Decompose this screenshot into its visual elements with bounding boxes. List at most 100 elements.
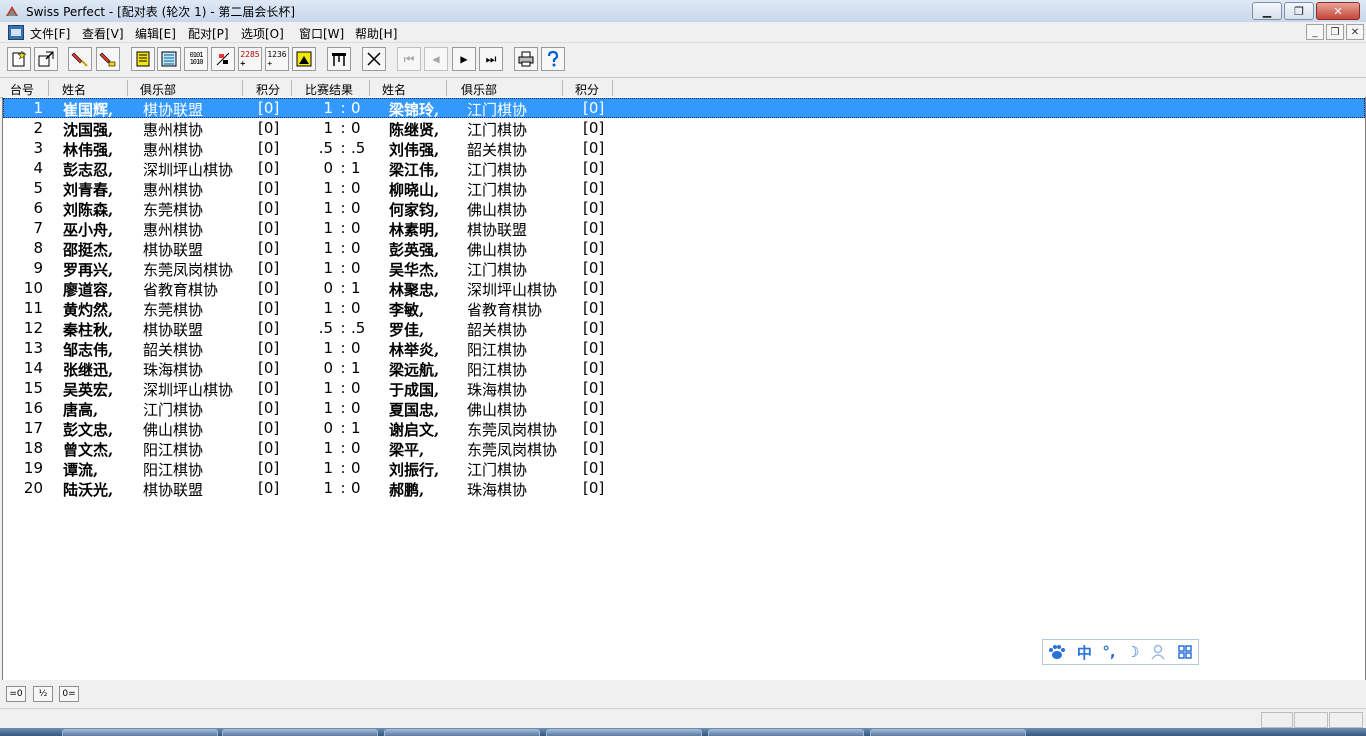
table-row[interactable]: 19 谭流, 阳江棋协 [0] 1:0 刘振行, 江门棋协 [0]	[3, 458, 1365, 479]
mdi-restore-button[interactable]: ❐	[1326, 24, 1344, 40]
table-row[interactable]: 4 彭志忍, 深圳坪山棋协 [0] 0:1 梁江伟, 江门棋协 [0]	[3, 158, 1365, 179]
ime-chinese-mode[interactable]: 中	[1077, 642, 1092, 663]
table-row[interactable]: 6 刘陈森, 东莞棋协 [0] 1:0 何家钧, 佛山棋协 [0]	[3, 198, 1365, 219]
black-result[interactable]: 0	[351, 99, 367, 117]
mdi-close-button[interactable]: ✕	[1346, 24, 1364, 40]
white-result[interactable]: 1	[303, 259, 333, 277]
white-result[interactable]: 1	[303, 299, 333, 317]
black-result[interactable]: 0	[351, 239, 367, 257]
close-button[interactable]: ✕	[1316, 2, 1360, 20]
black-result[interactable]: .5	[351, 139, 367, 157]
column-header-points-2[interactable]: 积分	[575, 81, 599, 98]
black-result[interactable]: 0	[351, 399, 367, 417]
black-result[interactable]: 1	[351, 159, 367, 177]
black-result[interactable]: 0	[351, 299, 367, 317]
user-icon[interactable]	[1150, 644, 1166, 660]
white-result[interactable]: 1	[303, 479, 333, 497]
minimize-button[interactable]: ▁	[1252, 2, 1282, 20]
white-result[interactable]: 1	[303, 199, 333, 217]
white-result[interactable]: 1	[303, 399, 333, 417]
taskbar-item[interactable]	[708, 729, 864, 736]
draw-button[interactable]: ½	[33, 686, 53, 702]
column-header-result[interactable]: 比赛结果	[305, 81, 353, 98]
white-result[interactable]: 1	[303, 239, 333, 257]
black-wins-button[interactable]: 0=	[59, 686, 79, 702]
last-round-icon[interactable]: ⏭	[479, 47, 503, 71]
open-icon[interactable]	[34, 47, 58, 71]
table-row[interactable]: 13 邹志伟, 韶关棋协 [0] 1:0 林举炎, 阳江棋协 [0]	[3, 338, 1365, 359]
pairings-grid[interactable]: 1 崔国辉, 棋协联盟 [0] 1:0 梁锦玲, 江门棋协 [0] 2 沈国强, 惠州棋协 [0] 1:…	[2, 97, 1366, 680]
menu-window[interactable]: 窗口[W]	[299, 25, 344, 42]
binary-icon[interactable]: 0101 1010	[184, 47, 208, 71]
white-result[interactable]: 1	[303, 99, 333, 117]
black-result[interactable]: 0	[351, 479, 367, 497]
paw-icon[interactable]	[1048, 644, 1066, 660]
white-result[interactable]: 1	[303, 459, 333, 477]
image-icon[interactable]	[292, 47, 316, 71]
white-result[interactable]: 0	[303, 419, 333, 437]
white-result[interactable]: 1	[303, 439, 333, 457]
table-row[interactable]: 2 沈国强, 惠州棋协 [0] 1:0 陈继贤, 江门棋协 [0]	[3, 118, 1365, 139]
pen-icon[interactable]	[68, 47, 92, 71]
menu-view[interactable]: 查看[V]	[82, 25, 124, 42]
black-result[interactable]: 1	[351, 359, 367, 377]
column-header-name[interactable]: 姓名	[62, 81, 86, 98]
taskbar-item[interactable]	[62, 729, 218, 736]
table-row[interactable]: 7 巫小舟, 惠州棋协 [0] 1:0 林素明, 棋协联盟 [0]	[3, 218, 1365, 239]
white-result[interactable]: 1	[303, 219, 333, 237]
table-row[interactable]: 8 邵挺杰, 棋协联盟 [0] 1:0 彭英强, 佛山棋协 [0]	[3, 238, 1365, 259]
table-row[interactable]: 10 廖道容, 省教育棋协 [0] 0:1 林聚忠, 深圳坪山棋协 [0]	[3, 278, 1365, 299]
table-row[interactable]: 17 彭文忠, 佛山棋协 [0] 0:1 谢启文, 东莞凤岗棋协 [0]	[3, 418, 1365, 439]
column-header-board[interactable]: 台号	[10, 81, 34, 98]
menu-pairing[interactable]: 配对[P]	[188, 25, 229, 42]
new-icon[interactable]	[7, 47, 31, 71]
white-result[interactable]: .5	[303, 319, 333, 337]
ime-punctuation[interactable]: °,	[1102, 643, 1115, 661]
menu-edit[interactable]: 编辑[E]	[135, 25, 176, 42]
rating-change-icon[interactable]: 1236 +	[265, 47, 289, 71]
black-result[interactable]: 0	[351, 179, 367, 197]
white-result[interactable]: 0	[303, 359, 333, 377]
previous-round-icon[interactable]: ◀	[424, 47, 448, 71]
black-result[interactable]: 1	[351, 279, 367, 297]
menu-help[interactable]: 帮助[H]	[355, 25, 397, 42]
black-result[interactable]: 0	[351, 219, 367, 237]
column-header-club[interactable]: 俱乐部	[140, 81, 176, 98]
maximize-button[interactable]: ❐	[1284, 2, 1314, 20]
notes-icon[interactable]	[131, 47, 155, 71]
mdi-minimize-button[interactable]: _	[1306, 24, 1324, 40]
taskbar-item[interactable]	[384, 729, 540, 736]
next-round-icon[interactable]: ▶	[452, 47, 476, 71]
table-row[interactable]: 11 黄灼然, 东莞棋协 [0] 1:0 李敏, 省教育棋协 [0]	[3, 298, 1365, 319]
table-icon[interactable]	[327, 47, 351, 71]
table-row[interactable]: 18 曾文杰, 阳江棋协 [0] 1:0 梁平, 东莞凤岗棋协 [0]	[3, 438, 1365, 459]
white-result[interactable]: 1	[303, 179, 333, 197]
black-result[interactable]: 0	[351, 199, 367, 217]
black-result[interactable]: 0	[351, 379, 367, 397]
ime-toolbar[interactable]: 中 °, ☽	[1042, 639, 1199, 665]
black-result[interactable]: 0	[351, 259, 367, 277]
edit-players-icon[interactable]	[96, 47, 120, 71]
white-result[interactable]: 1	[303, 119, 333, 137]
app-icon[interactable]	[4, 3, 20, 19]
first-round-icon[interactable]: ⏮	[397, 47, 421, 71]
taskbar-item[interactable]	[546, 729, 702, 736]
black-result[interactable]: 1	[351, 419, 367, 437]
white-result[interactable]: .5	[303, 139, 333, 157]
unpair-icon[interactable]	[362, 47, 386, 71]
table-row[interactable]: 9 罗再兴, 东莞凤岗棋协 [0] 1:0 吴华杰, 江门棋协 [0]	[3, 258, 1365, 279]
column-header-points[interactable]: 积分	[256, 81, 280, 98]
white-wins-button[interactable]: =0	[6, 686, 26, 702]
ime-halfwidth-icon[interactable]: ☽	[1126, 643, 1139, 661]
table-row[interactable]: 5 刘青春, 惠州棋协 [0] 1:0 柳晓山, 江门棋协 [0]	[3, 178, 1365, 199]
taskbar-item[interactable]	[870, 729, 1026, 736]
table-row[interactable]: 20 陆沃光, 棋协联盟 [0] 1:0 郝鹏, 珠海棋协 [0]	[3, 478, 1365, 499]
flag-icon[interactable]	[211, 47, 235, 71]
menu-options[interactable]: 选项[O]	[241, 25, 284, 42]
table-row[interactable]: 1 崔国辉, 棋协联盟 [0] 1:0 梁锦玲, 江门棋协 [0]	[3, 98, 1365, 119]
column-header-name-2[interactable]: 姓名	[382, 81, 406, 98]
black-result[interactable]: 0	[351, 339, 367, 357]
table-row[interactable]: 14 张继迅, 珠海棋协 [0] 0:1 梁远航, 阳江棋协 [0]	[3, 358, 1365, 379]
list-icon[interactable]	[157, 47, 181, 71]
white-result[interactable]: 1	[303, 379, 333, 397]
